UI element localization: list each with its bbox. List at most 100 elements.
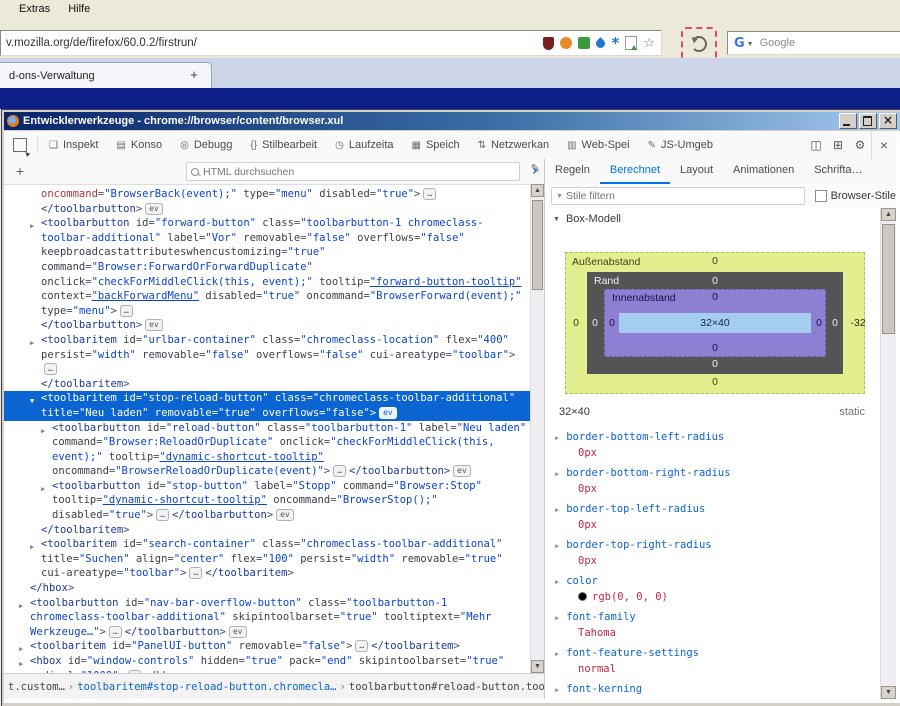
grid-view-icon[interactable]: ⊞ <box>827 138 849 152</box>
idref-link[interactable]: "backForwardMenu" <box>92 290 199 302</box>
sidebar-tab-regeln[interactable]: Regeln <box>545 159 600 184</box>
color-swatch-icon[interactable] <box>578 592 587 601</box>
collapse-arrow-icon[interactable]: ▼ <box>553 216 560 223</box>
snowflake-icon[interactable]: * <box>611 37 619 49</box>
tab-addons-manager[interactable]: d-ons-Verwaltung <box>0 62 212 89</box>
html-search-box[interactable] <box>186 162 520 181</box>
markup-node-line[interactable]: ▶<toolbaritem id="search-container" clas… <box>4 537 531 581</box>
expand-arrow-icon[interactable]: ▶ <box>555 506 559 514</box>
computed-property-row[interactable]: ▶border-top-right-radius0px <box>545 536 881 572</box>
breadcrumb-item[interactable]: t.custom… <box>8 675 65 699</box>
collapsed-children-badge[interactable]: … <box>120 305 133 317</box>
padding-left-value[interactable]: 0 <box>609 317 615 329</box>
event-listener-badge[interactable]: ev <box>229 626 247 638</box>
new-tab-button[interactable]: + <box>182 65 206 84</box>
border-bottom-value[interactable]: 0 <box>712 358 718 370</box>
markup-node-line[interactable]: oncommand="BrowserBack(event);" type="me… <box>4 187 531 202</box>
box-model-section-header[interactable]: ▼ Box-Modell <box>545 208 881 231</box>
style-filter-box[interactable]: ▼ <box>551 187 805 205</box>
ublock-shield-icon[interactable] <box>543 37 554 50</box>
padding-bottom-value[interactable]: 0 <box>712 342 718 354</box>
expand-arrow-icon[interactable]: ▶ <box>19 599 23 614</box>
collapsed-children-badge[interactable]: … <box>156 509 169 521</box>
html-search-input[interactable] <box>199 165 519 179</box>
expand-arrow-icon[interactable]: ▶ <box>555 470 559 478</box>
toolbox-tab-stilbearbeit[interactable]: {}Stilbearbeit <box>241 131 326 161</box>
bookmark-star-icon[interactable]: ☆ <box>643 37 655 50</box>
expand-arrow-icon[interactable]: ▶ <box>41 482 45 497</box>
markup-node-line[interactable]: ▶<toolbarbutton id="forward-button" clas… <box>4 216 531 318</box>
url-bar[interactable]: *☆ <box>0 30 662 56</box>
google-engine-icon[interactable]: G <box>734 37 745 50</box>
sidebar-tab-animationen[interactable]: Animationen <box>723 159 804 184</box>
menu-item-hilfe[interactable]: Hilfe <box>59 0 99 18</box>
idref-link[interactable]: "dynamic-shortcut-tooltip" <box>103 494 267 506</box>
engine-dropdown-caret-icon[interactable]: ▼ <box>747 41 754 48</box>
markup-node-line[interactable]: </toolbaritem> <box>4 523 531 538</box>
toolbox-tab-laufzeita[interactable]: ◷Laufzeita <box>326 131 402 161</box>
event-listener-badge[interactable]: ev <box>145 203 163 215</box>
collapsed-children-badge[interactable]: … <box>333 465 346 477</box>
maximize-button[interactable] <box>859 113 877 129</box>
reload-icon[interactable] <box>691 36 707 52</box>
padding-top-value[interactable]: 0 <box>712 291 718 303</box>
scroll-down-icon[interactable]: ▼ <box>881 686 896 699</box>
scrollbar-thumb[interactable] <box>882 224 895 334</box>
split-view-icon[interactable]: ◫ <box>805 138 827 152</box>
url-input[interactable] <box>1 36 537 50</box>
markup-node-line[interactable]: </toolbaritem> <box>4 377 531 392</box>
event-listener-badge[interactable]: ev <box>379 407 397 419</box>
browser-styles-checkbox[interactable] <box>815 190 827 202</box>
minimize-button[interactable] <box>839 113 857 129</box>
markup-node-line[interactable]: ▶<toolbarbutton id="nav-bar-overflow-but… <box>4 596 531 640</box>
toolbox-tab-inspekt[interactable]: ❑Inspekt <box>40 131 107 161</box>
close-devtools-icon[interactable]: × <box>871 131 896 159</box>
toolbox-tab-konso[interactable]: ▤Konso <box>107 131 171 161</box>
margin-left-value[interactable]: 0 <box>573 317 579 329</box>
idref-link[interactable]: "forward-button-tooltip" <box>370 276 522 288</box>
computed-property-row[interactable]: ▶border-bottom-left-radius0px <box>545 428 881 464</box>
expand-arrow-icon[interactable]: ▶ <box>555 650 559 658</box>
event-listener-badge[interactable]: ev <box>453 465 471 477</box>
toolbox-tab-web-spei[interactable]: ▥Web-Spei <box>558 131 639 161</box>
expand-arrow-icon[interactable]: ▶ <box>30 219 34 234</box>
expand-arrow-icon[interactable]: ▶ <box>30 540 34 555</box>
padding-right-value[interactable]: 0 <box>816 317 822 329</box>
toolbox-tab-speich[interactable]: ▦Speich <box>403 131 469 161</box>
sidebar-scrollbar[interactable]: ▲ ▼ <box>880 208 896 699</box>
collapsed-children-badge[interactable]: … <box>109 626 122 638</box>
markup-node-line[interactable]: ▼<toolbaritem id="stop-reload-button" cl… <box>4 391 531 420</box>
toolbox-tab-debug-[interactable]: ◎Debugɡ <box>171 131 241 161</box>
border-top-value[interactable]: 0 <box>712 275 718 287</box>
expand-arrow-icon[interactable]: ▶ <box>41 424 45 439</box>
userscript-page-icon[interactable] <box>625 36 637 50</box>
expand-arrow-icon[interactable]: ▶ <box>30 336 34 351</box>
margin-top-value[interactable]: 0 <box>712 255 718 267</box>
computed-property-row[interactable]: ▶border-bottom-right-radius0px <box>545 464 881 500</box>
idref-link[interactable]: "dynamic-shortcut-tooltip" <box>159 451 323 463</box>
expand-arrow-icon[interactable]: ▶ <box>555 578 559 586</box>
monkey-face-icon[interactable] <box>560 37 572 49</box>
markup-node-line[interactable]: ▶<toolbarbutton id="reload-button" class… <box>4 421 531 479</box>
breadcrumb-item[interactable]: toolbaritem#stop-reload-button.chromecla… <box>77 675 336 699</box>
devtools-titlebar[interactable]: Entwicklerwerkzeuge - chrome://browser/c… <box>4 112 900 130</box>
event-listener-badge[interactable]: ev <box>276 509 294 521</box>
expand-arrow-icon[interactable]: ▶ <box>19 657 23 672</box>
sidebar-tab-berechnet[interactable]: Berechnet <box>600 159 670 184</box>
settings-gear-icon[interactable]: ⚙ <box>849 138 871 152</box>
toolbox-tab-js-umgeb[interactable]: ✎JS-Umgeb <box>639 131 722 161</box>
margin-bottom-value[interactable]: 0 <box>712 376 718 388</box>
add-node-button[interactable]: + <box>10 161 30 181</box>
computed-property-row[interactable]: ▶font-feature-settingsnormal <box>545 644 881 680</box>
toolbox-tab-netzwerkan[interactable]: ⇅Netzwerkan <box>469 131 558 161</box>
sidebar-tab-schrifta[interactable]: Schrifta… <box>804 159 872 184</box>
event-listener-badge[interactable]: ev <box>145 319 163 331</box>
markup-node-line[interactable]: </toolbarbutton>ev <box>4 318 531 333</box>
menu-item-extras[interactable]: Extras <box>10 0 59 18</box>
water-drop-icon[interactable] <box>595 37 608 50</box>
box-model-content-box[interactable]: 32×40 <box>619 313 811 333</box>
margin-right-value[interactable]: -32 <box>850 317 865 329</box>
expand-arrow-icon[interactable]: ▶ <box>555 614 559 622</box>
sidebar-tab-layout[interactable]: Layout <box>670 159 723 184</box>
markup-node-line[interactable]: </hbox> <box>4 581 531 596</box>
